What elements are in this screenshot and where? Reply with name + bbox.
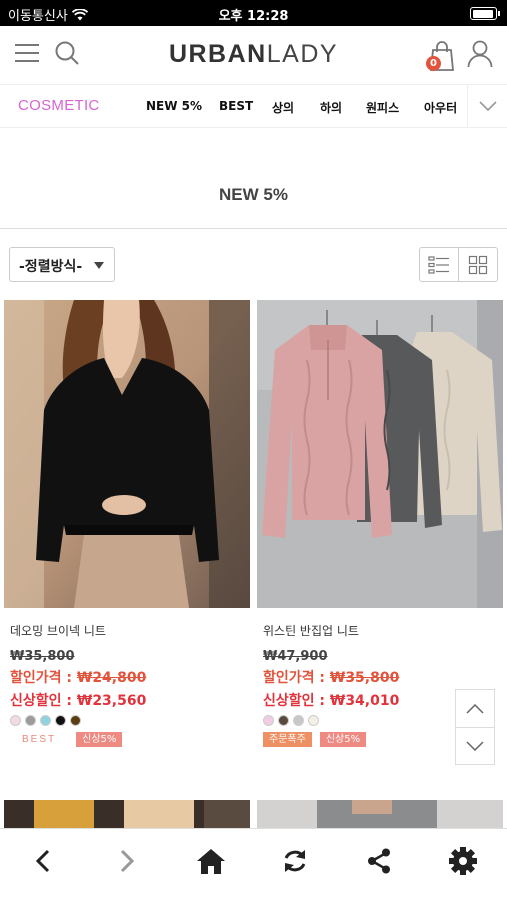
back-icon bbox=[35, 849, 50, 873]
discount-price: ₩24,800 bbox=[76, 670, 147, 686]
caret-down-icon bbox=[94, 262, 104, 269]
page-title: NEW 5% bbox=[219, 185, 288, 204]
scroll-buttons bbox=[455, 689, 495, 765]
list-view-icon bbox=[428, 255, 449, 274]
list-view-button[interactable] bbox=[420, 248, 458, 281]
best-badge: BEST bbox=[22, 734, 57, 745]
header: URBANLADY 0 bbox=[0, 26, 507, 84]
share-button[interactable] bbox=[361, 843, 397, 879]
forward-icon bbox=[120, 849, 135, 873]
new-price-label: 신상할인 : bbox=[10, 693, 77, 709]
nav-item-tops[interactable]: 상의 bbox=[272, 99, 294, 116]
logo-lady: LADY bbox=[266, 40, 339, 68]
product-badges: BEST 신상5% bbox=[4, 732, 250, 747]
nav-cosmetic[interactable]: COSMETIC bbox=[18, 97, 100, 114]
category-nav: COSMETIC NEW 5% BEST 상의 하의 원피스 아우터 bbox=[0, 84, 507, 128]
scroll-bottom-button[interactable] bbox=[456, 727, 494, 764]
product-card[interactable]: 데오밍 브이넥 니트 ₩35,800 할인가격 : ₩24,800 신상할인 :… bbox=[4, 300, 250, 747]
nav-item-dresses[interactable]: 원피스 bbox=[366, 99, 399, 116]
product-name[interactable]: 데오밍 브이넥 니트 bbox=[4, 622, 250, 639]
product-image[interactable] bbox=[4, 300, 250, 608]
color-swatch[interactable] bbox=[55, 715, 66, 726]
refresh-icon bbox=[284, 850, 306, 872]
new-price: ₩23,560 bbox=[76, 693, 147, 709]
new-badge: 신상5% bbox=[319, 732, 367, 747]
forward-button[interactable] bbox=[109, 843, 145, 879]
color-swatch[interactable] bbox=[40, 715, 51, 726]
discount-label: 할인가격 : bbox=[10, 670, 77, 686]
discount-price-row: 할인가격 : ₩24,800 bbox=[4, 667, 250, 687]
sort-select[interactable]: -정렬방식- bbox=[9, 247, 115, 282]
user-icon[interactable] bbox=[467, 40, 493, 68]
product-image[interactable] bbox=[257, 300, 503, 608]
logo-urban: URBAN bbox=[168, 40, 267, 68]
status-bar: 이동통신사 오후 12:28 bbox=[0, 0, 507, 26]
grid-view-button[interactable] bbox=[458, 248, 497, 281]
nav-item-bottoms[interactable]: 하의 bbox=[320, 99, 342, 116]
discount-label: 할인가격 : bbox=[263, 670, 330, 686]
nav-item-best[interactable]: BEST bbox=[219, 99, 253, 113]
new-price: ₩34,010 bbox=[329, 693, 400, 709]
share-icon bbox=[368, 848, 390, 874]
order-rush-badge: 주문폭주 bbox=[263, 732, 312, 747]
scroll-top-button[interactable] bbox=[456, 690, 494, 727]
chevron-down-icon bbox=[478, 101, 497, 111]
discount-price-row: 할인가격 : ₩35,800 bbox=[257, 667, 503, 687]
product-card[interactable]: 위스틴 반집업 니트 ₩47,900 할인가격 : ₩35,800 신상할인 :… bbox=[257, 300, 503, 747]
divider bbox=[0, 228, 507, 229]
settings-button[interactable] bbox=[445, 843, 481, 879]
grid-view-icon bbox=[468, 255, 488, 274]
color-swatch[interactable] bbox=[10, 715, 21, 726]
home-button[interactable] bbox=[193, 843, 229, 879]
chevron-up-icon bbox=[466, 703, 484, 714]
new-badge: 신상5% bbox=[76, 732, 123, 747]
product-image[interactable] bbox=[257, 800, 503, 828]
back-button[interactable] bbox=[25, 843, 61, 879]
browser-toolbar bbox=[0, 828, 507, 900]
color-swatch[interactable] bbox=[308, 715, 319, 726]
color-swatch[interactable] bbox=[70, 715, 81, 726]
sort-label: -정렬방식- bbox=[19, 259, 83, 275]
battery-icon bbox=[470, 7, 500, 20]
color-swatch[interactable] bbox=[25, 715, 36, 726]
chevron-down-icon bbox=[466, 741, 484, 751]
settings-icon bbox=[449, 847, 477, 875]
product-image[interactable] bbox=[4, 800, 250, 828]
refresh-button[interactable] bbox=[277, 843, 313, 879]
product-name[interactable]: 위스틴 반집업 니트 bbox=[257, 622, 503, 639]
nav-item-outer[interactable]: 아우터 bbox=[424, 99, 457, 116]
original-price: ₩47,900 bbox=[263, 649, 328, 664]
color-swatches bbox=[4, 715, 250, 726]
color-swatch[interactable] bbox=[278, 715, 289, 726]
nav-item-new[interactable]: NEW 5% bbox=[146, 99, 202, 113]
view-toggle bbox=[419, 247, 498, 282]
new-price-label: 신상할인 : bbox=[263, 693, 330, 709]
discount-price: ₩35,800 bbox=[329, 670, 400, 686]
cart-count-badge: 0 bbox=[426, 56, 441, 71]
original-price: ₩35,800 bbox=[10, 649, 75, 664]
nav-expand-button[interactable] bbox=[467, 85, 507, 127]
color-swatch[interactable] bbox=[293, 715, 304, 726]
new-price-row: 신상할인 : ₩23,560 bbox=[4, 690, 250, 710]
clock: 오후 12:28 bbox=[218, 9, 289, 24]
home-icon bbox=[197, 849, 225, 874]
color-swatch[interactable] bbox=[263, 715, 274, 726]
